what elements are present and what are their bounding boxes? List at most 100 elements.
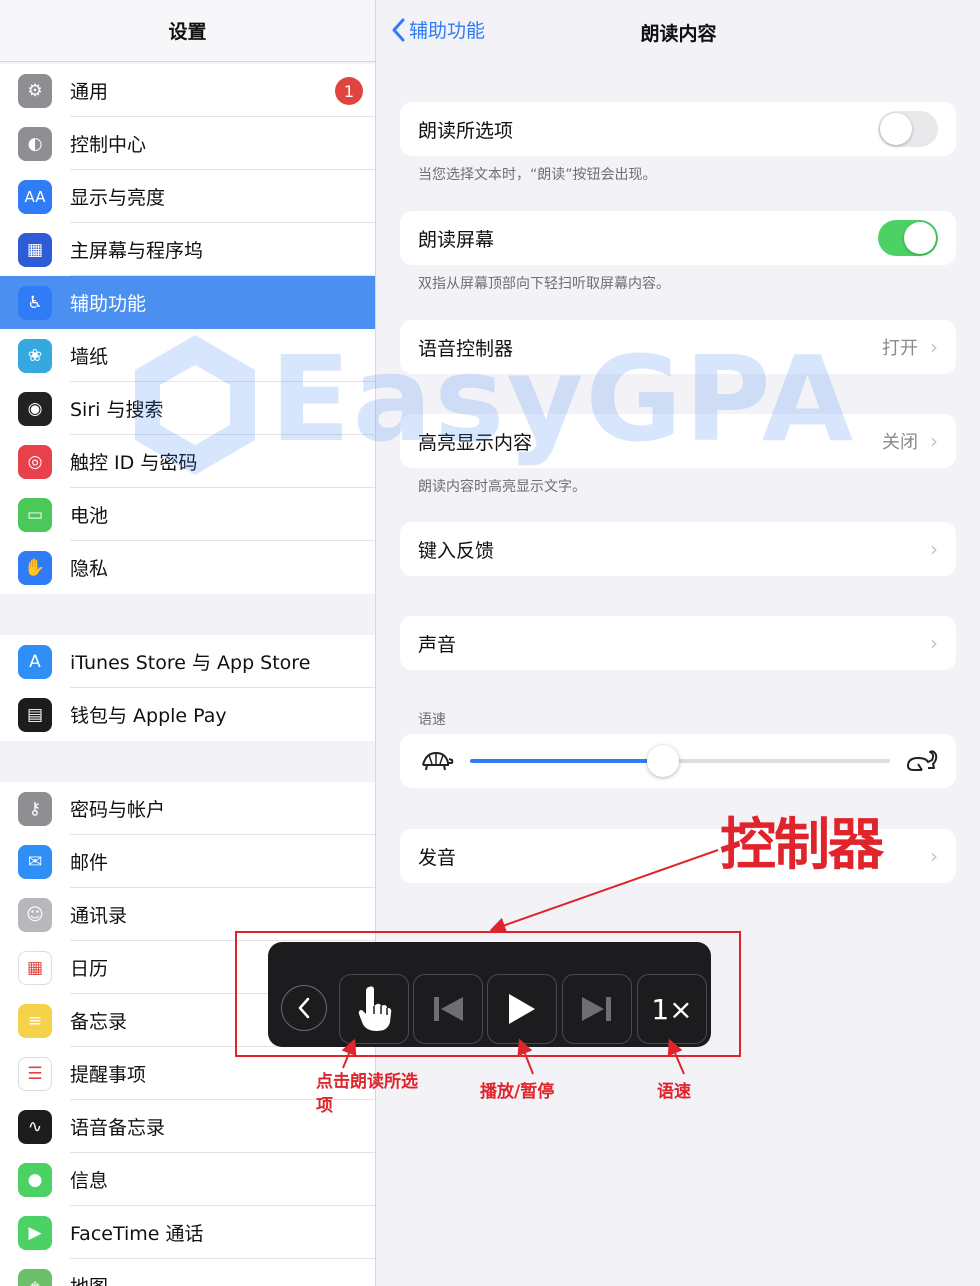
sidebar-item-label: 隐私 (70, 558, 109, 580)
reminders-icon: ☰ (18, 1056, 52, 1091)
wallet-icon: ▤ (18, 697, 52, 732)
sidebar-item-label: 邮件 (70, 835, 375, 888)
mail-icon: ✉ (18, 844, 52, 879)
flower-icon: ❀ (18, 338, 52, 373)
speak-selection-label: 朗读所选项 (418, 119, 514, 142)
speak-selection-toggle[interactable] (878, 111, 938, 147)
sidebar-item[interactable]: ◉ Siri 与搜索 (0, 382, 375, 435)
chevron-left-icon (298, 997, 310, 1019)
highlight-content-row[interactable]: 高亮显示内容 关闭 › (400, 414, 956, 468)
sidebar-item-label: 密码与帐户 (70, 782, 375, 835)
speak-selection-row[interactable]: 朗读所选项 (400, 102, 956, 156)
video-icon: ▶ (18, 1215, 52, 1250)
sidebar-group-general: ⚙ 通用 1 ◐ 控制中心 AA 显示与亮度 ▦ 主屏幕与程序坞 ♿ 辅助功能 ❀ 墙纸 ◉ Siri 与搜… (0, 64, 375, 594)
sidebar-item-label: 控制中心 (70, 117, 375, 170)
controller-collapse-button[interactable] (281, 985, 327, 1031)
sidebar-item[interactable]: ✋ 隐私 (0, 541, 375, 594)
notes-icon: ≡ (18, 1003, 52, 1038)
app-store-icon: A (18, 644, 52, 679)
hand-icon: ✋ (18, 550, 52, 585)
sidebar-item[interactable]: ▭ 电池 (0, 488, 375, 541)
annotation-speed: 语速 (657, 1082, 691, 1102)
speech-controller-row[interactable]: 语音控制器 打开 › (400, 320, 956, 374)
highlight-content-footer: 朗读内容时高亮显示文字。 (418, 479, 586, 495)
navigation-bar: 辅助功能 朗读内容 (377, 0, 980, 62)
sidebar-item-label: iTunes Store 与 App Store (70, 635, 375, 688)
chevron-right-icon: › (930, 631, 938, 655)
skip-forward-icon (582, 997, 611, 1021)
sidebar-group-store: AiTunes Store 与 App Store ▤ 钱包与 Apple Pay (0, 635, 375, 741)
key-icon: ⚷ (18, 791, 52, 826)
speech-controller-value: 打开 (882, 338, 918, 359)
sidebar-item-label: Siri 与搜索 (70, 382, 375, 435)
calendar-icon: ▦ (18, 950, 52, 985)
sidebar-item[interactable]: ▶ FaceTime 通话 (0, 1206, 375, 1259)
annotation-speak-selection: 点击朗读所选项 (316, 1072, 418, 1116)
speech-controller-overlay: 1× (268, 942, 711, 1047)
play-icon (509, 994, 535, 1024)
voices-row[interactable]: 声音 › (400, 616, 956, 670)
chevron-right-icon: › (930, 537, 938, 561)
gear-icon: ⚙ (18, 73, 52, 108)
message-icon: ● (18, 1162, 52, 1197)
sidebar-item-label: 显示与亮度 (70, 170, 375, 223)
play-pause-button[interactable] (487, 974, 557, 1044)
sidebar-item-label: 信息 (70, 1153, 375, 1206)
speaking-rate-header: 语速 (418, 712, 446, 728)
sidebar-item[interactable]: AA 显示与亮度 (0, 170, 375, 223)
pointing-finger-icon (358, 986, 392, 1031)
highlight-content-value: 关闭 (882, 432, 918, 453)
sidebar-item[interactable]: ⌖ 地图 (0, 1259, 375, 1286)
sidebar-item[interactable]: ✉ 邮件 (0, 835, 375, 888)
sidebar-item-label: 通用 (70, 64, 375, 117)
sidebar-item[interactable]: AiTunes Store 与 App Store (0, 635, 375, 688)
speaking-rate-slider-knob[interactable] (647, 745, 680, 777)
turtle-icon (422, 751, 454, 771)
voices-label: 声音 (418, 633, 457, 656)
sidebar-item-label: 电池 (70, 488, 375, 541)
sidebar-item-label: 墙纸 (70, 329, 375, 382)
sidebar-item-label: 地图 (70, 1259, 375, 1286)
accessibility-icon: ♿ (18, 285, 52, 320)
sidebar-item[interactable]: ❀ 墙纸 (0, 329, 375, 382)
typing-feedback-label: 键入反馈 (418, 539, 495, 562)
fingerprint-icon: ◎ (18, 444, 52, 479)
sidebar-title: 设置 (0, 0, 375, 62)
speed-button[interactable]: 1× (637, 974, 707, 1044)
sidebar-item[interactable]: ● 信息 (0, 1153, 375, 1206)
sidebar-item[interactable]: ▦ 主屏幕与程序坞 (0, 223, 375, 276)
sidebar-item-label: FaceTime 通话 (70, 1206, 375, 1259)
chevron-right-icon: › (930, 429, 938, 453)
battery-icon: ▭ (18, 497, 52, 532)
contacts-icon: ☺ (18, 897, 52, 932)
sidebar-item[interactable]: ◐ 控制中心 (0, 117, 375, 170)
toggles-icon: ◐ (18, 126, 52, 161)
notification-badge: 1 (335, 77, 363, 105)
page-title: 朗读内容 (640, 23, 717, 45)
speak-screen-footer: 双指从屏幕顶部向下轻扫听取屏幕内容。 (418, 276, 670, 292)
app-grid-icon: ▦ (18, 232, 52, 267)
speak-finger-button[interactable] (339, 974, 409, 1044)
sidebar-item[interactable]: ♿ 辅助功能 (0, 276, 375, 329)
speak-screen-row[interactable]: 朗读屏幕 (400, 211, 956, 265)
speak-screen-toggle[interactable] (878, 220, 938, 256)
speech-controller-label: 语音控制器 (418, 337, 514, 360)
sidebar-item[interactable]: ▤ 钱包与 Apple Pay (0, 688, 375, 741)
speaking-rate-slider[interactable] (470, 745, 890, 777)
sidebar-item-label: 辅助功能 (70, 293, 147, 315)
typing-feedback-row[interactable]: 键入反馈 › (400, 522, 956, 576)
sidebar-item-label: 触控 ID 与密码 (70, 435, 375, 488)
rewind-button[interactable] (413, 974, 483, 1044)
sidebar-item[interactable]: ⚙ 通用 1 (0, 64, 375, 117)
voice-memo-icon: ∿ (18, 1109, 52, 1144)
sidebar-item[interactable]: ◎ 触控 ID 与密码 (0, 435, 375, 488)
annotation-controller: 控制器 (720, 813, 884, 878)
skip-back-icon (434, 997, 463, 1021)
chevron-right-icon: › (930, 335, 938, 359)
sidebar-item-label: 主屏幕与程序坞 (70, 223, 375, 276)
sidebar-item[interactable]: ⚷ 密码与帐户 (0, 782, 375, 835)
fast-forward-button[interactable] (562, 974, 632, 1044)
speak-selection-footer: 当您选择文本时，“朗读”按钮会出现。 (418, 167, 657, 183)
map-icon: ⌖ (18, 1268, 52, 1286)
rabbit-icon (907, 750, 938, 771)
